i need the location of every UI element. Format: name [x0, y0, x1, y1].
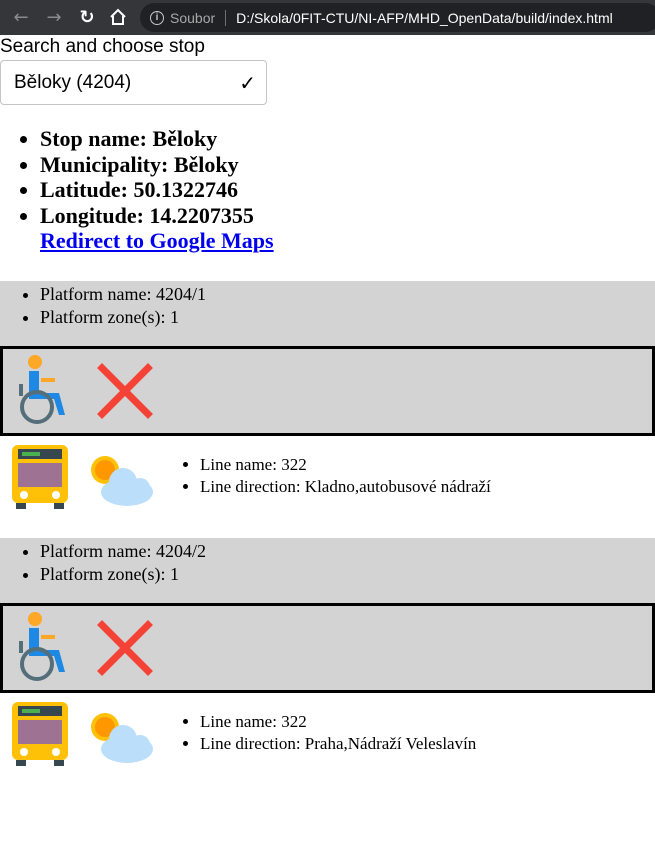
line-direction: Line direction: Praha,Nádraží Veleslavín	[200, 733, 476, 755]
platform-zone: Platform zone(s): 1	[40, 563, 655, 586]
home-icon	[110, 8, 126, 25]
sun-cloud-icon	[91, 456, 153, 506]
address-bar[interactable]: i Soubor D:/Skola/0FIT-CTU/NI-AFP/MHD_Op…	[140, 3, 655, 32]
stop-name: Stop name: Běloky	[40, 126, 274, 152]
platform-name: Platform name: 4204/1	[40, 283, 655, 306]
browser-toolbar: ← → ↻ i Soubor D:/Skola/0FIT-CTU/NI-AFP/…	[0, 0, 655, 35]
google-maps-link[interactable]: Redirect to Google Maps	[40, 228, 274, 253]
wheelchair-icon	[19, 355, 65, 424]
arrow-left-icon: ←	[13, 6, 29, 28]
line-name: Line name: 322	[200, 454, 491, 476]
url-text[interactable]: D:/Skola/0FIT-CTU/NI-AFP/MHD_OpenData/bu…	[236, 10, 613, 26]
platform-zone: Platform zone(s): 1	[40, 306, 655, 329]
bus-icon	[12, 445, 68, 509]
address-separator	[225, 9, 227, 26]
home-button[interactable]	[107, 6, 129, 28]
search-title: Search and choose stop	[0, 36, 205, 57]
site-info-label: Soubor	[170, 9, 216, 26]
stop-longitude: Longitude: 14.2207355Redirect to Google …	[40, 203, 274, 254]
accessibility-row	[0, 603, 655, 693]
stop-latitude: Latitude: 50.1322746	[40, 177, 274, 203]
platform-header: Platform name: 4204/1 Platform zone(s): …	[0, 281, 655, 346]
reload-icon: ↻	[79, 6, 95, 28]
line-name: Line name: 322	[200, 711, 476, 733]
wheelchair-icon	[19, 612, 65, 681]
line-row: Line name: 322 Line direction: Praha,Nád…	[0, 693, 655, 783]
reload-button[interactable]: ↻	[76, 6, 98, 28]
line-info-list: Line name: 322 Line direction: Praha,Nád…	[160, 711, 476, 755]
info-icon[interactable]: i	[150, 10, 164, 25]
line-direction: Line direction: Kladno,autobusové nádraž…	[200, 476, 491, 498]
stop-municipality: Municipality: Běloky	[40, 152, 274, 178]
line-row: Line name: 322 Line direction: Kladno,au…	[0, 436, 655, 526]
cross-icon	[97, 363, 153, 419]
stop-info-list: Stop name: Běloky Municipality: Běloky L…	[0, 126, 274, 254]
stop-longitude-text: Longitude: 14.2207355	[40, 202, 254, 228]
forward-button[interactable]: →	[43, 6, 65, 28]
back-button[interactable]: ←	[10, 6, 32, 28]
sun-cloud-icon	[91, 713, 153, 763]
accessibility-row	[0, 346, 655, 436]
arrow-right-icon: →	[46, 6, 62, 28]
platform-name: Platform name: 4204/2	[40, 540, 655, 563]
stop-select-value: Běloky (4204)	[14, 71, 132, 93]
stop-select[interactable]: Běloky (4204) ✓	[0, 60, 267, 105]
check-icon: ✓	[239, 70, 256, 95]
line-info-list: Line name: 322 Line direction: Kladno,au…	[160, 454, 491, 498]
bus-icon	[12, 702, 68, 766]
cross-icon	[97, 620, 153, 676]
platform-header: Platform name: 4204/2 Platform zone(s): …	[0, 538, 655, 603]
